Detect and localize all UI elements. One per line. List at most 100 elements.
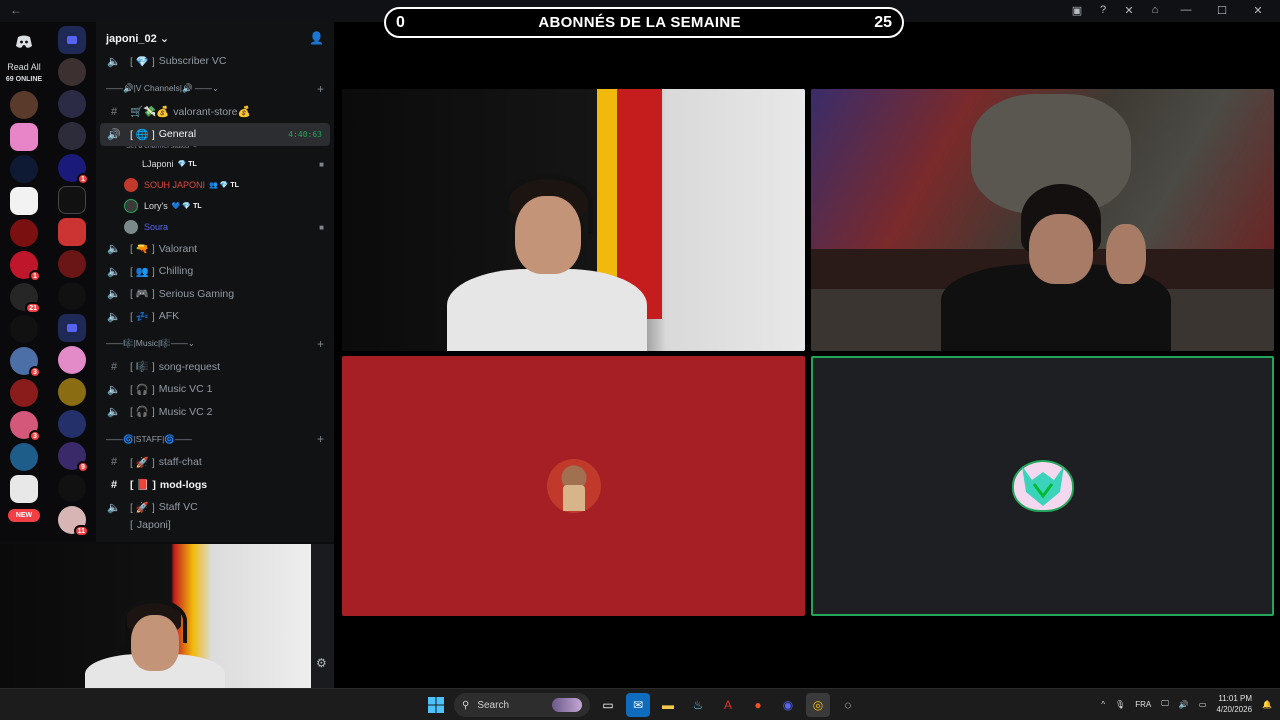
- server-icon[interactable]: 3: [10, 347, 41, 378]
- new-unreads-pill[interactable]: NEW: [7, 509, 41, 522]
- server-icon[interactable]: [58, 58, 86, 86]
- channel-song-request[interactable]: # [ 🎼 ] song-request: [96, 356, 334, 379]
- video-tile[interactable]: [342, 356, 805, 616]
- read-all-button[interactable]: Read All: [7, 62, 41, 72]
- add-channel-icon[interactable]: +: [317, 82, 324, 96]
- folder-icon[interactable]: [58, 314, 86, 342]
- category-music[interactable]: ——🎼|Music|🎼——⌄ +: [96, 332, 334, 356]
- channel-valorant[interactable]: 🔈 [ 🔫 ] Valorant: [96, 238, 334, 261]
- voice-user[interactable]: Soura ■: [96, 217, 334, 238]
- taskbar-search[interactable]: ⚲ Search: [454, 693, 590, 717]
- server-icon[interactable]: 1: [10, 251, 41, 282]
- microphone-icon[interactable]: 🎙: [1115, 700, 1125, 709]
- category-v-channels[interactable]: ——🔊|V Channels|🔊 ——⌄ +: [96, 77, 334, 101]
- file-explorer-icon[interactable]: ▬: [656, 693, 680, 717]
- notification-bell-icon[interactable]: 🔔: [1262, 700, 1272, 709]
- server-icon[interactable]: [10, 315, 38, 343]
- chevron-up-icon[interactable]: ^: [1101, 700, 1105, 709]
- server-icon[interactable]: [10, 379, 38, 407]
- inbox-icon[interactable]: ▣: [1070, 3, 1084, 17]
- hash-icon: #: [110, 456, 118, 469]
- banner-right-count: 25: [874, 13, 892, 31]
- role-tag: 👥 💎 TL: [209, 182, 239, 189]
- channel-general[interactable]: 🔊 [ 🌐 ] General 4:40:63: [100, 123, 330, 146]
- add-member-icon[interactable]: 👤: [309, 31, 324, 45]
- server-icon[interactable]: [10, 123, 38, 151]
- video-tile-speaking[interactable]: [811, 356, 1274, 616]
- settings-icon[interactable]: ⚙: [316, 656, 327, 670]
- back-arrow-icon[interactable]: ←: [10, 3, 22, 17]
- server-icon[interactable]: [58, 410, 86, 438]
- server-icon[interactable]: [58, 218, 86, 246]
- server-icon[interactable]: [58, 474, 86, 502]
- server-icon[interactable]: 9: [58, 442, 89, 473]
- maximize-icon[interactable]: ☐: [1210, 3, 1234, 17]
- category-staff[interactable]: ——🌀|STAFF|🌀—— +: [96, 427, 334, 451]
- network-icon[interactable]: 🖵: [1161, 699, 1169, 709]
- channel-serious-gaming[interactable]: 🔈 [ 🎮 ] Serious Gaming: [96, 283, 334, 306]
- video-tile[interactable]: [811, 89, 1274, 351]
- server-icon[interactable]: [58, 122, 86, 150]
- discord-taskbar-icon[interactable]: ◉: [776, 693, 800, 717]
- channel-subscriber-vc[interactable]: 🔈 [ 💎 ] Subscriber VC: [96, 50, 334, 73]
- channel-staff-chat[interactable]: # [ 🚀 ] staff-chat: [96, 451, 334, 474]
- server-column-1: Read All 69 ONLINE 1 21 3 3 NEW: [0, 22, 48, 522]
- volume-icon[interactable]: 🔊: [1179, 700, 1189, 709]
- obs-icon[interactable]: ◌: [836, 693, 860, 717]
- steam-icon[interactable]: ♨: [686, 693, 710, 717]
- server-icon[interactable]: 3: [10, 411, 41, 442]
- acrobat-icon[interactable]: A: [716, 693, 740, 717]
- outlook-icon[interactable]: ✉: [626, 693, 650, 717]
- channel-staff-vc[interactable]: 🔈 [ 🚀 ] Staff VC: [96, 496, 334, 519]
- app-icon[interactable]: ●: [746, 693, 770, 717]
- notification-badge: 21: [25, 302, 41, 314]
- voice-user[interactable]: LJaponi 💎 TL ■: [96, 154, 334, 175]
- voice-user-name: Lory's: [144, 201, 168, 211]
- server-icon[interactable]: [10, 187, 38, 215]
- server-icon[interactable]: [58, 250, 86, 278]
- server-icon[interactable]: [10, 91, 38, 119]
- channel-chilling[interactable]: 🔈 [ 👥 ] Chilling: [96, 260, 334, 283]
- clock[interactable]: 11:01 PM 4/20/2026: [1216, 693, 1252, 715]
- video-tile[interactable]: [342, 89, 805, 351]
- server-icon[interactable]: [58, 186, 86, 214]
- server-icon[interactable]: [10, 155, 38, 183]
- close-icon[interactable]: ✕: [1246, 3, 1270, 17]
- help-icon[interactable]: ?: [1096, 3, 1110, 17]
- channel-afk[interactable]: 🔈 [ 💤 ] AFK: [96, 305, 334, 328]
- mention-icon[interactable]: ⌂: [1148, 3, 1162, 17]
- server-icon[interactable]: [58, 90, 86, 118]
- chrome-icon[interactable]: ◎: [806, 693, 830, 717]
- taskbar-apps: ⚲ Search ▭ ✉ ▬ ♨ A ● ◉ ◎ ◌: [424, 693, 860, 717]
- windows-start-icon[interactable]: [424, 693, 448, 717]
- voice-user[interactable]: Lory's 💙 💎 TL: [96, 196, 334, 217]
- server-icon[interactable]: [58, 346, 86, 374]
- server-icon[interactable]: 11: [58, 506, 89, 537]
- discord-home-icon[interactable]: [10, 28, 38, 56]
- channel-japoni[interactable]: [Japoni ]: [96, 519, 334, 531]
- server-icon[interactable]: [58, 282, 86, 310]
- server-icon[interactable]: 1: [58, 154, 89, 185]
- self-camera-preview[interactable]: [0, 544, 311, 688]
- add-channel-icon[interactable]: +: [317, 432, 324, 446]
- server-icon[interactable]: [10, 443, 38, 471]
- battery-icon[interactable]: ▭: [1199, 700, 1207, 709]
- channel-music-vc-2[interactable]: 🔈 [ 🎧 ] Music VC 2: [96, 401, 334, 424]
- server-icon[interactable]: [10, 219, 38, 247]
- server-icon[interactable]: [58, 378, 86, 406]
- minimize-icon[interactable]: —: [1174, 3, 1198, 17]
- speaker-icon: 🔈: [107, 406, 121, 419]
- tools-icon[interactable]: ✕: [1122, 3, 1136, 17]
- voice-user[interactable]: SOUH JAPONI 👥 💎 TL: [96, 175, 334, 196]
- notification-badge: 1: [77, 173, 89, 185]
- channel-valorant-store[interactable]: # 🛒💸💰 valorant-store 💰: [96, 101, 334, 124]
- folder-icon[interactable]: [58, 26, 86, 54]
- task-view-icon[interactable]: ▭: [596, 693, 620, 717]
- channel-music-vc-1[interactable]: 🔈 [ 🎧 ] Music VC 1: [96, 378, 334, 401]
- server-icon[interactable]: 21: [10, 283, 41, 314]
- person-figure: [85, 599, 225, 688]
- server-icon[interactable]: [10, 475, 38, 503]
- add-channel-icon[interactable]: +: [317, 337, 324, 351]
- channel-mod-logs[interactable]: # [ 📕 ] mod-logs: [96, 474, 334, 497]
- language-indicator[interactable]: FRA: [1135, 700, 1151, 709]
